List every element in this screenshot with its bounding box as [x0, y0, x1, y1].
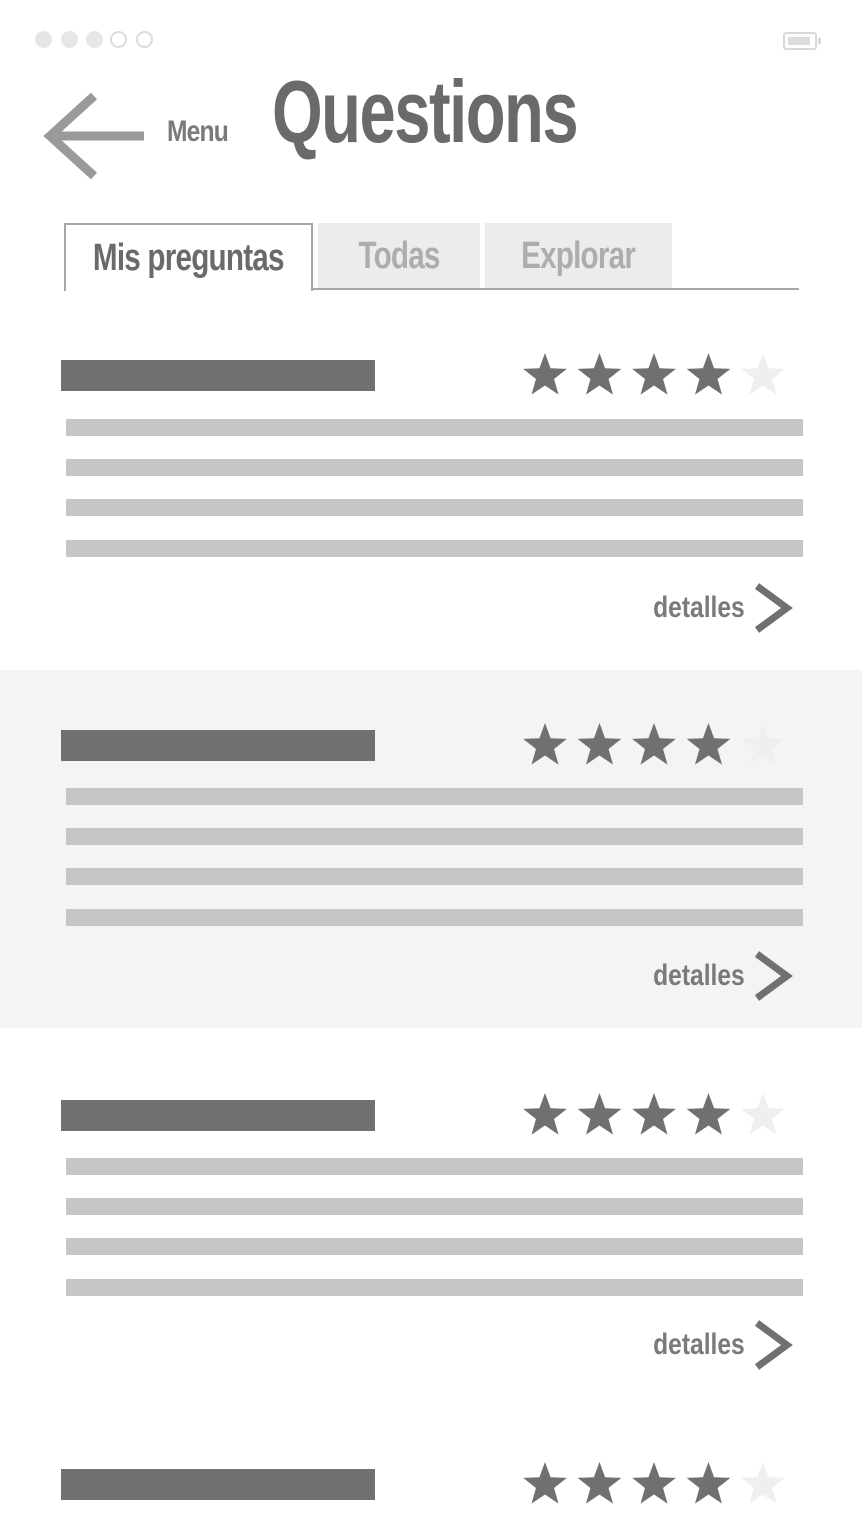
star-rating: [523, 353, 785, 395]
star-filled-icon: [686, 723, 731, 765]
chevron-right-icon: [754, 1320, 793, 1370]
signal-dot-icon: [136, 31, 153, 48]
details-label: detalles: [653, 959, 745, 992]
question-title-placeholder: [61, 1100, 375, 1131]
text-line-placeholder: [66, 1279, 803, 1296]
chevron-right-icon: [754, 583, 793, 633]
star-filled-icon: [632, 353, 676, 395]
text-line-placeholder: [66, 868, 803, 885]
text-line-placeholder: [66, 1198, 803, 1215]
star-filled-icon: [577, 353, 622, 395]
question-card: [0, 1429, 862, 1533]
tab-todas[interactable]: Todas: [318, 223, 480, 289]
star-filled-icon: [523, 1462, 567, 1504]
tab-bar: Mis preguntas Todas Explorar: [64, 223, 800, 291]
star-filled-icon: [686, 1093, 731, 1135]
question-title-placeholder: [61, 360, 375, 391]
tab-label: Explorar: [521, 234, 636, 277]
star-filled-icon: [632, 1462, 676, 1504]
details-label: detalles: [653, 1328, 745, 1361]
text-line-placeholder: [66, 499, 803, 516]
tab-label: Todas: [358, 234, 440, 277]
chevron-right-icon: [754, 951, 793, 1001]
star-filled-icon: [523, 723, 567, 765]
question-card: detalles: [0, 1060, 862, 1418]
tab-explorar[interactable]: Explorar: [485, 223, 672, 289]
tab-mis-preguntas[interactable]: Mis preguntas: [64, 223, 313, 291]
text-line-placeholder: [66, 540, 803, 557]
star-empty-icon: [741, 723, 785, 765]
details-label: detalles: [653, 591, 745, 624]
menu-label[interactable]: Menu: [167, 115, 229, 149]
star-filled-icon: [523, 353, 567, 395]
text-line-placeholder: [66, 1238, 803, 1255]
signal-dot-icon: [110, 31, 127, 48]
signal-dot-icon: [35, 31, 52, 48]
star-filled-icon: [686, 353, 731, 395]
star-empty-icon: [741, 1093, 785, 1135]
star-rating: [523, 1093, 785, 1135]
signal-dot-icon: [86, 31, 103, 48]
star-empty-icon: [741, 353, 785, 395]
text-line-placeholder: [66, 909, 803, 926]
tab-label: Mis preguntas: [93, 236, 285, 279]
details-link[interactable]: detalles: [633, 578, 793, 638]
details-link[interactable]: detalles: [633, 1315, 793, 1375]
text-line-placeholder: [66, 419, 803, 436]
star-empty-icon: [741, 1462, 785, 1504]
question-card: detalles: [0, 320, 862, 678]
text-line-placeholder: [66, 459, 803, 476]
star-rating: [523, 723, 785, 765]
page-title: Questions: [272, 62, 579, 161]
star-filled-icon: [632, 723, 676, 765]
text-line-placeholder: [66, 828, 803, 845]
question-title-placeholder: [61, 1469, 375, 1500]
star-filled-icon: [577, 723, 622, 765]
star-filled-icon: [577, 1093, 622, 1135]
question-title-placeholder: [61, 730, 375, 761]
text-line-placeholder: [66, 788, 803, 805]
star-rating: [523, 1462, 785, 1504]
battery-icon: [783, 32, 821, 50]
question-card: detalles: [0, 670, 862, 1028]
star-filled-icon: [686, 1462, 731, 1504]
details-link[interactable]: detalles: [633, 946, 793, 1006]
star-filled-icon: [523, 1093, 567, 1135]
signal-dot-icon: [61, 31, 78, 48]
star-filled-icon: [632, 1093, 676, 1135]
text-line-placeholder: [66, 1158, 803, 1175]
arrow-left-icon[interactable]: [42, 90, 152, 182]
star-filled-icon: [577, 1462, 622, 1504]
